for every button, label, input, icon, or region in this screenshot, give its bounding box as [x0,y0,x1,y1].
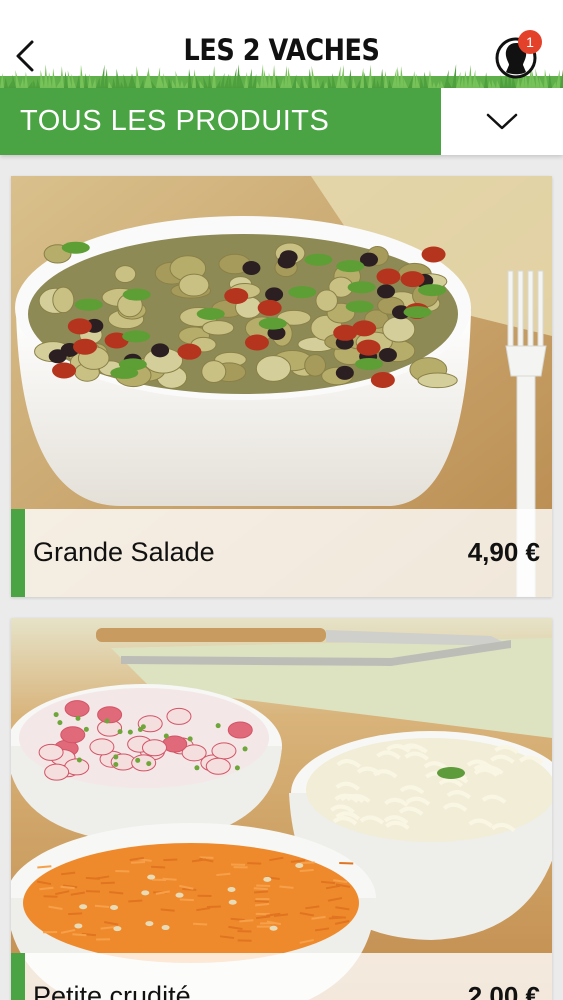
product-name: Petite crudité [33,981,191,1000]
product-image-crudites [11,618,552,1000]
accent-bar [11,953,25,1000]
product-card[interactable]: Petite crudité 2,00 € [11,618,552,1000]
product-caption: Grande Salade 4,90 € [11,509,552,597]
notification-badge: 1 [518,30,542,54]
category-label[interactable]: TOUS LES PRODUITS [0,88,441,155]
accent-bar [11,509,25,597]
app-header: LES 2 VACHES 1 [0,0,563,88]
category-dropdown-button[interactable] [441,88,563,155]
product-card[interactable]: Grande Salade 4,90 € [11,176,552,597]
chevron-down-icon [486,113,518,130]
product-name: Grande Salade [33,537,215,567]
page-title: LES 2 VACHES [183,33,380,67]
category-bar: TOUS LES PRODUITS [0,88,563,155]
product-price: 4,90 € [467,537,540,567]
product-caption: Petite crudité 2,00 € [11,953,552,1000]
product-price: 2,00 € [467,981,540,1000]
